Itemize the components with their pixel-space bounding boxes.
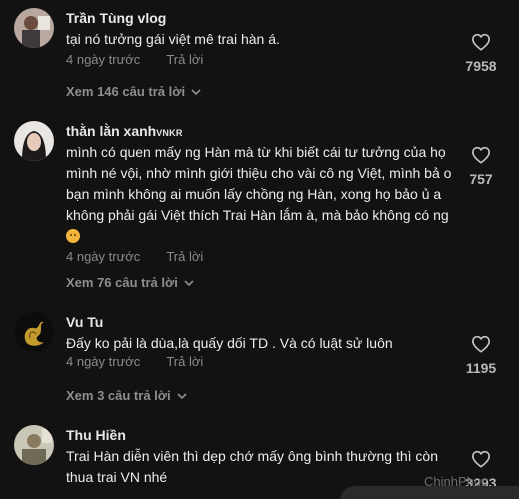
chevron-down-icon	[191, 88, 201, 95]
avatar[interactable]	[14, 312, 54, 352]
reply-button[interactable]: Trả lời	[166, 354, 203, 369]
comment-author[interactable]: Trần Tùng vlog	[66, 10, 166, 26]
view-replies-button[interactable]: Xem 76 câu trả lời	[66, 275, 194, 290]
like-count: 1195	[465, 360, 497, 376]
like-control: 757	[461, 146, 501, 187]
author-name[interactable]: Vu Tu	[66, 314, 103, 330]
avatar[interactable]	[14, 8, 54, 48]
chevron-down-icon	[177, 392, 187, 399]
view-replies-label[interactable]: Xem 146 câu trả lời	[66, 84, 185, 99]
reply-button[interactable]: Trả lời	[166, 249, 203, 264]
heart-outline-icon[interactable]	[471, 450, 491, 468]
like-count: 757	[469, 171, 493, 187]
author-name[interactable]: Trần Tùng vlog	[66, 10, 166, 26]
comment-text: Đấy ko pải là dùa,là quấy dối TD . Và có…	[66, 335, 393, 351]
view-replies-label[interactable]: Xem 76 câu trả lời	[66, 275, 178, 290]
view-replies-button[interactable]: Xem 3 câu trả lời	[66, 388, 187, 403]
avatar[interactable]	[14, 425, 54, 465]
comment-time: 4 ngày trước	[66, 249, 141, 264]
reply-button[interactable]: Trả lời	[166, 52, 203, 67]
grimace-emoji-icon	[66, 229, 80, 243]
comment-text: mình có quen mấy ng Hàn mà từ khi biết c…	[66, 142, 461, 247]
comment-time: 4 ngày trước	[66, 52, 141, 67]
comment-author[interactable]: Vu Tu	[66, 314, 103, 330]
like-count: 7958	[465, 58, 497, 74]
like-control: 1195	[461, 335, 501, 376]
heart-outline-icon[interactable]	[471, 335, 491, 353]
author-name[interactable]: thằn lằn xanh	[66, 123, 156, 139]
heart-outline-icon[interactable]	[471, 146, 491, 164]
watermark: ChinhPhuc	[424, 474, 488, 489]
comment-meta: 4 ngày trước Trả lời	[66, 52, 203, 67]
comment-author[interactable]: Thu Hiền	[66, 427, 126, 443]
comment-text-content: mình có quen mấy ng Hàn mà từ khi biết c…	[66, 144, 452, 223]
comment-meta: 4 ngày trước Trả lời	[66, 354, 203, 369]
comment-thread: Trần Tùng vlog tại nó tưởng gái việt mê …	[0, 0, 519, 499]
heart-outline-icon[interactable]	[471, 33, 491, 51]
author-name[interactable]: Thu Hiền	[66, 427, 126, 443]
view-replies-button[interactable]: Xem 146 câu trả lời	[66, 84, 201, 99]
avatar[interactable]	[14, 121, 54, 161]
comment-text: tại nó tưởng gái việt mê trai hàn á.	[66, 31, 280, 47]
author-tag: VNKR	[156, 128, 183, 138]
chevron-down-icon	[184, 279, 194, 286]
comment-time: 4 ngày trước	[66, 354, 141, 369]
like-control: 7958	[461, 33, 501, 74]
comment-text: Trai Hàn diễn viên thì dẹp chớ mấy ông b…	[66, 448, 438, 485]
comment-author[interactable]: thằn lằn xanhVNKR	[66, 123, 183, 139]
comment-meta: 4 ngày trước Trả lời	[66, 249, 203, 264]
view-replies-label[interactable]: Xem 3 câu trả lời	[66, 388, 171, 403]
